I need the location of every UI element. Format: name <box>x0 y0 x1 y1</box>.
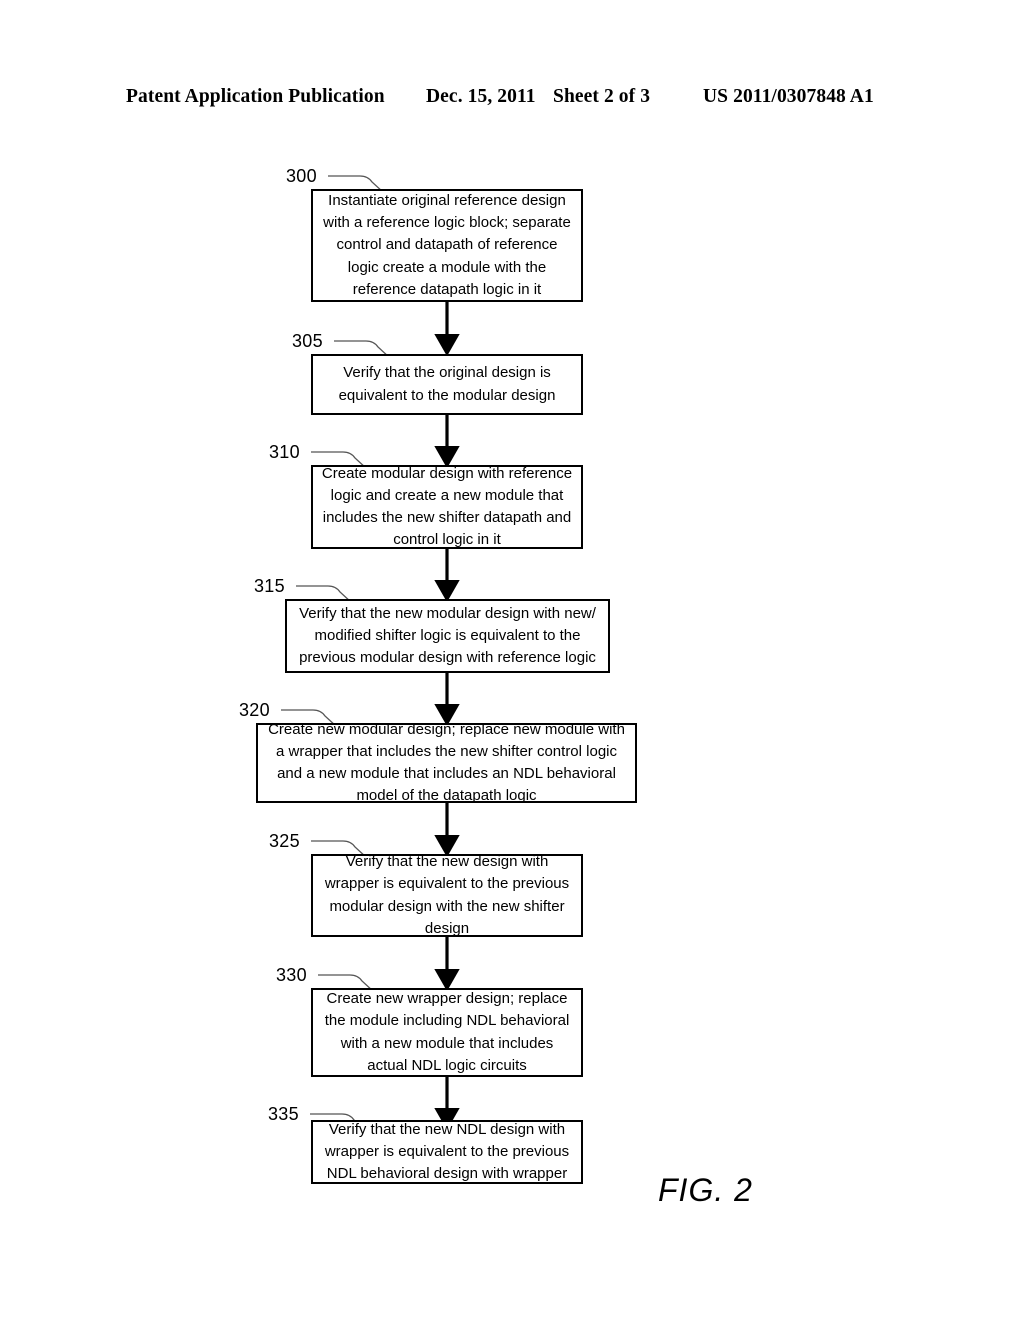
reference-numeral-325: 325 <box>269 831 300 851</box>
process-box-300-text: Instantiate original reference design wi… <box>323 192 571 298</box>
reference-numeral-320: 320 <box>239 700 270 720</box>
reference-numeral-300: 300 <box>286 166 317 186</box>
process-box-330[interactable]: Create new wrapper design; replace the m… <box>311 988 583 1077</box>
process-box-320-text: Create new modular design; replace new m… <box>268 720 625 805</box>
process-box-300[interactable]: Instantiate original reference design wi… <box>311 189 583 302</box>
process-box-310-text: Create modular design with reference log… <box>321 464 573 549</box>
process-box-315[interactable]: Verify that the new modular design with … <box>285 599 610 673</box>
reference-numeral-305: 305 <box>292 331 323 351</box>
process-box-320[interactable]: Create new modular design; replace new m… <box>256 721 637 804</box>
process-box-305-text: Verify that the original design is equiv… <box>338 364 556 404</box>
process-box-325[interactable]: Verify that the new design with wrapper … <box>311 853 583 937</box>
reference-numeral-310: 310 <box>269 442 300 462</box>
flowchart-diagram: 300 Instantiate original reference desig… <box>0 0 1024 1320</box>
process-box-335-text: Verify that the new NDL design with wrap… <box>324 1120 570 1183</box>
process-box-325-text: Verify that the new design with wrapper … <box>324 853 570 937</box>
reference-numeral-330: 330 <box>276 965 307 985</box>
process-box-335[interactable]: Verify that the new NDL design with wrap… <box>311 1120 583 1184</box>
reference-numeral-335: 335 <box>268 1104 299 1124</box>
process-box-315-text: Verify that the new modular design with … <box>299 604 596 667</box>
process-box-310[interactable]: Create modular design with reference log… <box>311 465 583 549</box>
process-box-330-text: Create new wrapper design; replace the m… <box>324 990 570 1074</box>
figure-caption: FIG. 2 <box>658 1172 753 1208</box>
reference-numeral-315: 315 <box>254 576 285 596</box>
process-box-305[interactable]: Verify that the original design is equiv… <box>311 354 583 415</box>
